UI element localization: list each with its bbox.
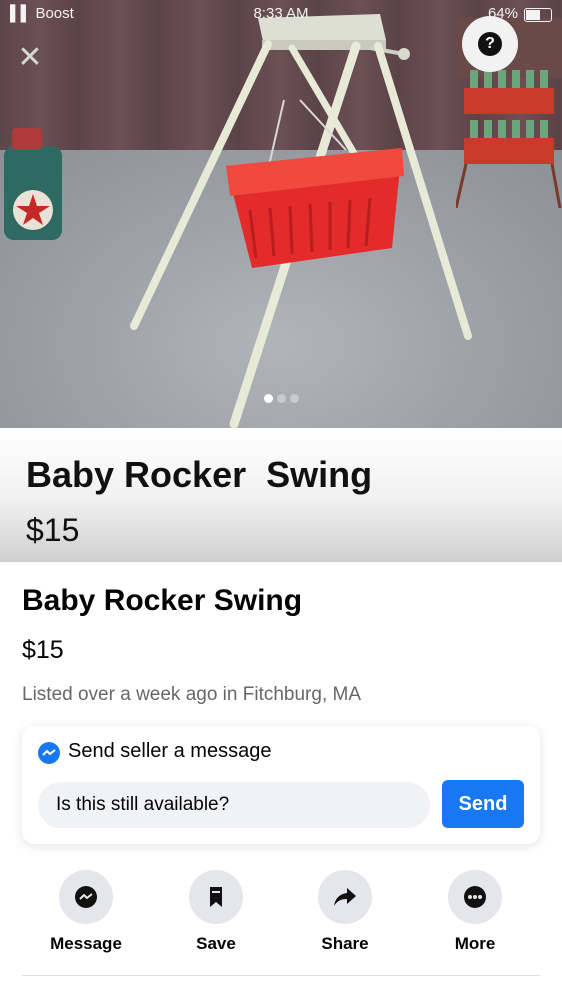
band-title: Baby Rocker Swing xyxy=(26,454,373,495)
message-action[interactable]: Message xyxy=(31,870,141,954)
help-button[interactable]: ? xyxy=(462,16,518,72)
share-action[interactable]: Share xyxy=(290,870,400,954)
share-action-label: Share xyxy=(321,934,369,953)
save-action-circle[interactable] xyxy=(189,870,243,924)
messenger-icon xyxy=(38,742,60,764)
more-action[interactable]: More xyxy=(420,870,530,954)
carousel-dot[interactable] xyxy=(276,394,286,403)
listing-title: Baby Rocker Swing xyxy=(22,584,303,617)
title-band: Baby Rocker Swing $15 xyxy=(0,428,562,562)
message-card-heading: Send seller a message xyxy=(68,740,272,762)
more-action-label: More xyxy=(454,934,496,953)
band-price: $15 xyxy=(26,512,80,548)
messenger-icon xyxy=(75,886,97,908)
message-action-circle[interactable] xyxy=(59,870,113,924)
battery-icon xyxy=(524,8,552,22)
send-button[interactable]: Send xyxy=(442,780,524,828)
listing-meta: Listed over a week ago in Fitchburg, MA xyxy=(22,684,362,705)
bookmark-icon xyxy=(210,887,222,907)
share-action-circle[interactable] xyxy=(318,870,372,924)
divider xyxy=(22,975,540,976)
more-dots-icon xyxy=(464,886,486,908)
save-action-label: Save xyxy=(196,934,236,953)
message-card: Send seller a message Send xyxy=(22,726,540,844)
save-action[interactable]: Save xyxy=(161,870,271,954)
listing-price: $15 xyxy=(22,636,64,664)
carousel-dot[interactable] xyxy=(263,394,273,403)
carousel-dots[interactable] xyxy=(0,390,562,408)
question-icon: ? xyxy=(478,32,502,56)
close-icon[interactable]: ✕ xyxy=(12,40,48,76)
message-action-label: Message xyxy=(50,934,122,953)
share-arrow-icon xyxy=(334,888,356,906)
carousel-dot[interactable] xyxy=(289,394,299,403)
action-bar: Message Save Share More xyxy=(22,870,540,978)
listing-photo[interactable]: ▌▌ Boost 8:33 AM 64% ✕ ? xyxy=(0,0,562,428)
message-input[interactable] xyxy=(38,782,430,828)
more-action-circle[interactable] xyxy=(448,870,502,924)
